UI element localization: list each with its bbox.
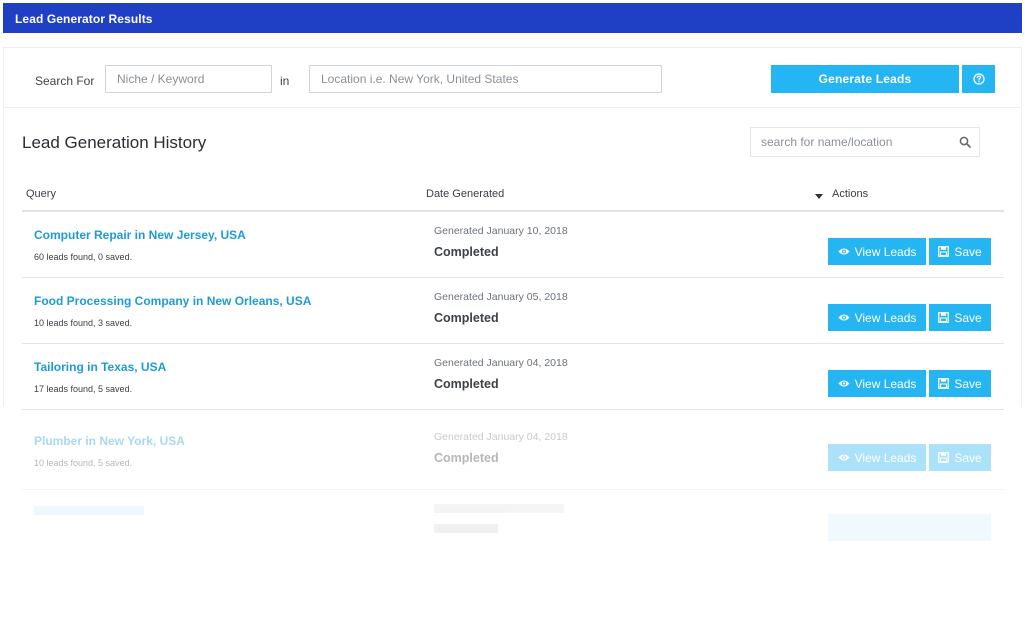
floppy-disk-icon	[938, 452, 950, 463]
save-label: Save	[954, 244, 982, 259]
app-title-bar: Lead Generator Results	[3, 3, 1022, 33]
view-leads-label: View Leads	[854, 376, 917, 391]
table-row: Plumber in New York, USA 10 leads found,…	[22, 418, 1004, 490]
status-text: Completed	[434, 451, 499, 465]
generated-date: Generated January 04, 2018	[434, 431, 568, 443]
placeholder-bar	[434, 504, 564, 513]
placeholder-bar	[34, 506, 144, 515]
save-button[interactable]: Save	[929, 370, 991, 397]
view-leads-label: View Leads	[854, 450, 917, 465]
view-leads-button[interactable]: View Leads	[828, 370, 926, 397]
view-leads-button[interactable]: View Leads	[828, 304, 926, 331]
save-button[interactable]: Save	[929, 444, 991, 471]
sort-caret-icon[interactable]	[815, 194, 823, 199]
eye-icon	[838, 454, 850, 461]
app-title: Lead Generator Results	[15, 12, 153, 26]
leads-summary: 17 leads found, 5 saved.	[34, 384, 133, 394]
placeholder-bar	[434, 524, 498, 533]
search-for-label: Search For	[35, 74, 95, 88]
history-search-input[interactable]	[751, 128, 947, 156]
table-row: Tailoring in Texas, USA 17 leads found, …	[22, 344, 1004, 410]
niche-keyword-input[interactable]	[105, 65, 272, 93]
lead-search-panel: Search For in Generate Leads	[3, 47, 1022, 107]
floppy-disk-icon	[938, 378, 950, 389]
status-text: Completed	[434, 311, 499, 325]
leads-summary: 10 leads found, 3 saved.	[34, 318, 133, 328]
view-leads-label: View Leads	[854, 310, 917, 325]
table-row: Computer Repair in New Jersey, USA 60 le…	[22, 212, 1004, 278]
eye-icon	[838, 380, 850, 387]
table-row	[22, 492, 1004, 552]
column-header-query[interactable]: Query	[26, 188, 56, 200]
search-icon[interactable]	[959, 136, 971, 148]
placeholder-button	[828, 514, 991, 541]
question-circle-icon	[972, 73, 985, 85]
save-button[interactable]: Save	[929, 304, 991, 331]
generate-leads-button[interactable]: Generate Leads	[771, 65, 959, 93]
row-divider	[22, 409, 1004, 410]
query-link[interactable]: Computer Repair in New Jersey, USA	[34, 228, 246, 242]
view-leads-label: View Leads	[854, 244, 917, 259]
generated-date: Generated January 04, 2018	[434, 357, 568, 369]
status-text: Completed	[434, 245, 499, 259]
query-link[interactable]: Tailoring in Texas, USA	[34, 360, 166, 374]
column-header-actions: Actions	[832, 188, 869, 200]
eye-icon	[838, 314, 850, 321]
in-label: in	[280, 74, 290, 88]
help-button[interactable]	[962, 65, 995, 93]
save-label: Save	[954, 450, 982, 465]
eye-icon	[838, 248, 850, 255]
save-label: Save	[954, 376, 982, 391]
query-link[interactable]: Plumber in New York, USA	[34, 434, 185, 448]
generated-date: Generated January 10, 2018	[434, 225, 568, 237]
table-row: Food Processing Company in New Orleans, …	[22, 278, 1004, 344]
floppy-disk-icon	[938, 246, 950, 257]
view-leads-button[interactable]: View Leads	[828, 238, 926, 265]
history-title: Lead Generation History	[22, 133, 207, 152]
row-divider	[22, 489, 1004, 490]
query-link[interactable]: Food Processing Company in New Orleans, …	[34, 294, 311, 308]
leads-summary: 10 leads found, 5 saved.	[34, 458, 133, 468]
generated-date: Generated January 05, 2018	[434, 291, 568, 303]
history-search	[750, 127, 980, 157]
save-label: Save	[954, 310, 982, 325]
column-header-date[interactable]: Date Generated	[426, 188, 504, 200]
view-leads-button[interactable]: View Leads	[828, 444, 926, 471]
status-text: Completed	[434, 377, 499, 391]
location-input[interactable]	[309, 65, 662, 93]
save-button[interactable]: Save	[929, 238, 991, 265]
floppy-disk-icon	[938, 312, 950, 323]
leads-summary: 60 leads found, 0 saved.	[34, 252, 133, 262]
